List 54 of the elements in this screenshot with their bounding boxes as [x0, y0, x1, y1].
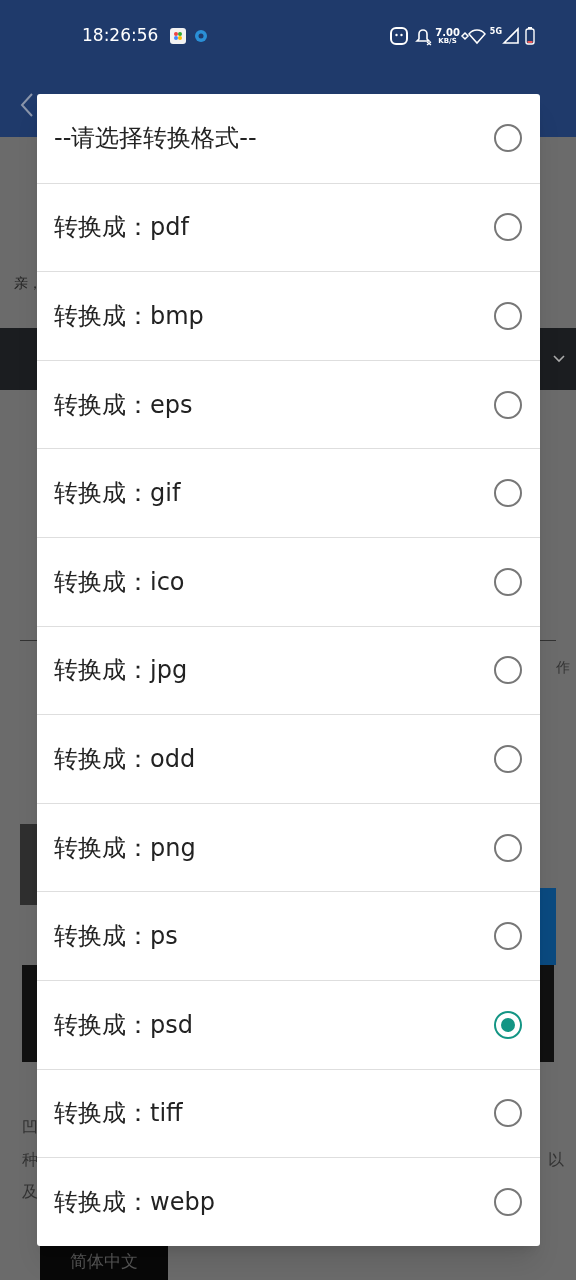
- format-option[interactable]: 转换成：jpg: [37, 625, 540, 715]
- option-label: 转换成：png: [54, 832, 196, 864]
- app-icon: [194, 29, 209, 43]
- app-icon: [170, 28, 187, 44]
- format-option[interactable]: 转换成：bmp: [37, 271, 540, 360]
- format-option[interactable]: 转换成：ico: [37, 536, 540, 626]
- format-option[interactable]: 转换成：odd: [37, 714, 540, 803]
- network-type: 5G: [489, 26, 502, 38]
- radio-button[interactable]: [494, 124, 522, 153]
- option-label: --请选择转换格式--: [54, 123, 257, 155]
- format-option[interactable]: 转换成：pdf: [37, 182, 540, 272]
- wifi-icon: [459, 27, 488, 45]
- radio-button[interactable]: [494, 479, 522, 508]
- option-label: 转换成：gif: [54, 478, 181, 510]
- format-option[interactable]: 转换成：ps: [37, 891, 540, 980]
- bell-muted-icon: [413, 26, 434, 46]
- text-fragment: 以: [548, 1149, 564, 1171]
- option-label: 转换成：jpg: [54, 655, 188, 687]
- option-label: 转换成：eps: [54, 389, 193, 421]
- network-speed: 7.00: [435, 27, 460, 38]
- clock: 18:26:56: [82, 24, 159, 48]
- format-option[interactable]: 转换成：eps: [37, 359, 540, 449]
- option-label: 转换成：tiff: [54, 1098, 183, 1130]
- radio-button[interactable]: [494, 656, 522, 685]
- radio-button[interactable]: [494, 213, 522, 242]
- format-option[interactable]: 转换成：gif: [37, 448, 540, 537]
- radio-button[interactable]: [494, 922, 522, 951]
- option-label: 转换成：ps: [54, 921, 178, 953]
- radio-button[interactable]: [494, 302, 522, 330]
- text-fragment: 种: [22, 1149, 38, 1171]
- format-option[interactable]: 转换成：psd: [37, 979, 540, 1069]
- signal-icon: [502, 27, 520, 45]
- option-label: 转换成：bmp: [54, 301, 204, 332]
- radio-button[interactable]: [494, 833, 522, 862]
- option-label: 转换成：ico: [54, 566, 185, 598]
- format-option[interactable]: --请选择转换格式--: [37, 94, 540, 183]
- text-fragment: 及: [22, 1181, 38, 1203]
- option-label: 转换成：psd: [54, 1009, 193, 1041]
- back-icon[interactable]: [20, 91, 34, 118]
- format-option[interactable]: 转换成：tiff: [37, 1068, 540, 1158]
- format-option[interactable]: 转换成：webp: [37, 1157, 540, 1246]
- radio-button[interactable]: [494, 1010, 522, 1039]
- face-icon: [389, 26, 410, 46]
- option-label: 转换成：pdf: [54, 212, 189, 244]
- option-label: 转换成：webp: [54, 1186, 215, 1218]
- radio-button[interactable]: [494, 744, 522, 773]
- radio-button[interactable]: [494, 1099, 522, 1128]
- radio-button[interactable]: [494, 1187, 522, 1216]
- radio-button[interactable]: [494, 390, 522, 419]
- option-label: 转换成：odd: [54, 743, 196, 775]
- battery-icon: [524, 26, 536, 46]
- format-option[interactable]: 转换成：png: [37, 802, 540, 892]
- chevron-down-icon[interactable]: [552, 354, 566, 364]
- radio-button[interactable]: [494, 567, 522, 596]
